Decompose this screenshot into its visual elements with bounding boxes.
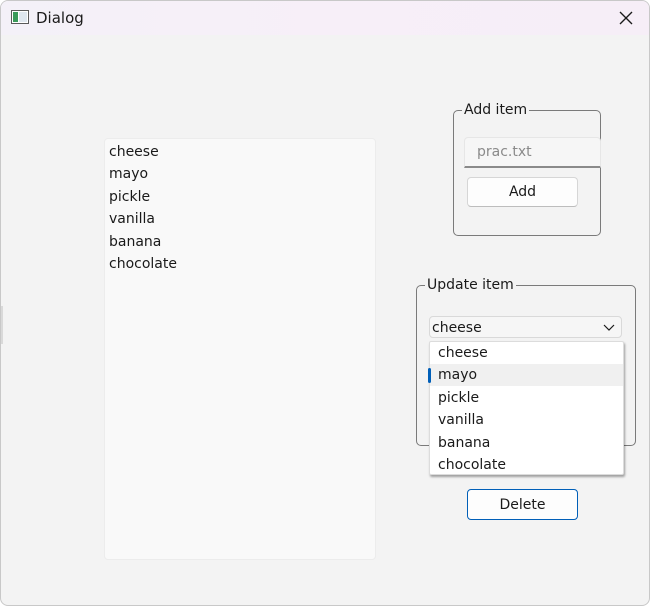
list-item[interactable]: banana [109,231,161,253]
item-select-value: cheese [432,320,482,336]
list-item[interactable]: pickle [109,186,150,208]
dropdown-option[interactable]: mayo [428,364,623,386]
close-button[interactable] [603,1,649,35]
list-item[interactable]: cheese [109,141,159,163]
selection-indicator [428,368,431,383]
add-item-group [453,110,601,236]
list-item[interactable]: mayo [109,163,148,185]
list-item[interactable]: chocolate [109,253,177,275]
chevron-down-icon [603,324,615,331]
item-select[interactable]: cheese [429,316,622,338]
dropdown-option[interactable]: pickle [430,387,623,409]
items-list[interactable]: cheese mayo pickle vanilla banana chocol… [104,138,376,560]
dropdown-option[interactable]: vanilla [430,409,623,431]
resize-edge [1,306,3,344]
dropdown-option[interactable]: cheese [430,342,623,364]
add-button[interactable]: Add [467,177,578,207]
item-name-input[interactable] [464,137,601,168]
delete-button[interactable]: Delete [467,489,578,520]
dialog-window: Dialog cheese mayo pickle vanilla banana… [0,0,650,606]
title-bar[interactable]: Dialog [1,1,649,35]
window-title: Dialog [36,9,84,27]
update-item-group-title: Update item [425,276,516,294]
add-item-group-title: Add item [462,101,530,119]
dropdown-option[interactable]: banana [430,432,623,454]
window-icon [11,10,29,24]
list-item[interactable]: vanilla [109,208,155,230]
dropdown-option[interactable]: chocolate [430,454,623,476]
item-select-dropdown: cheese mayo pickle vanilla banana chocol… [428,341,624,476]
close-icon [619,11,633,25]
